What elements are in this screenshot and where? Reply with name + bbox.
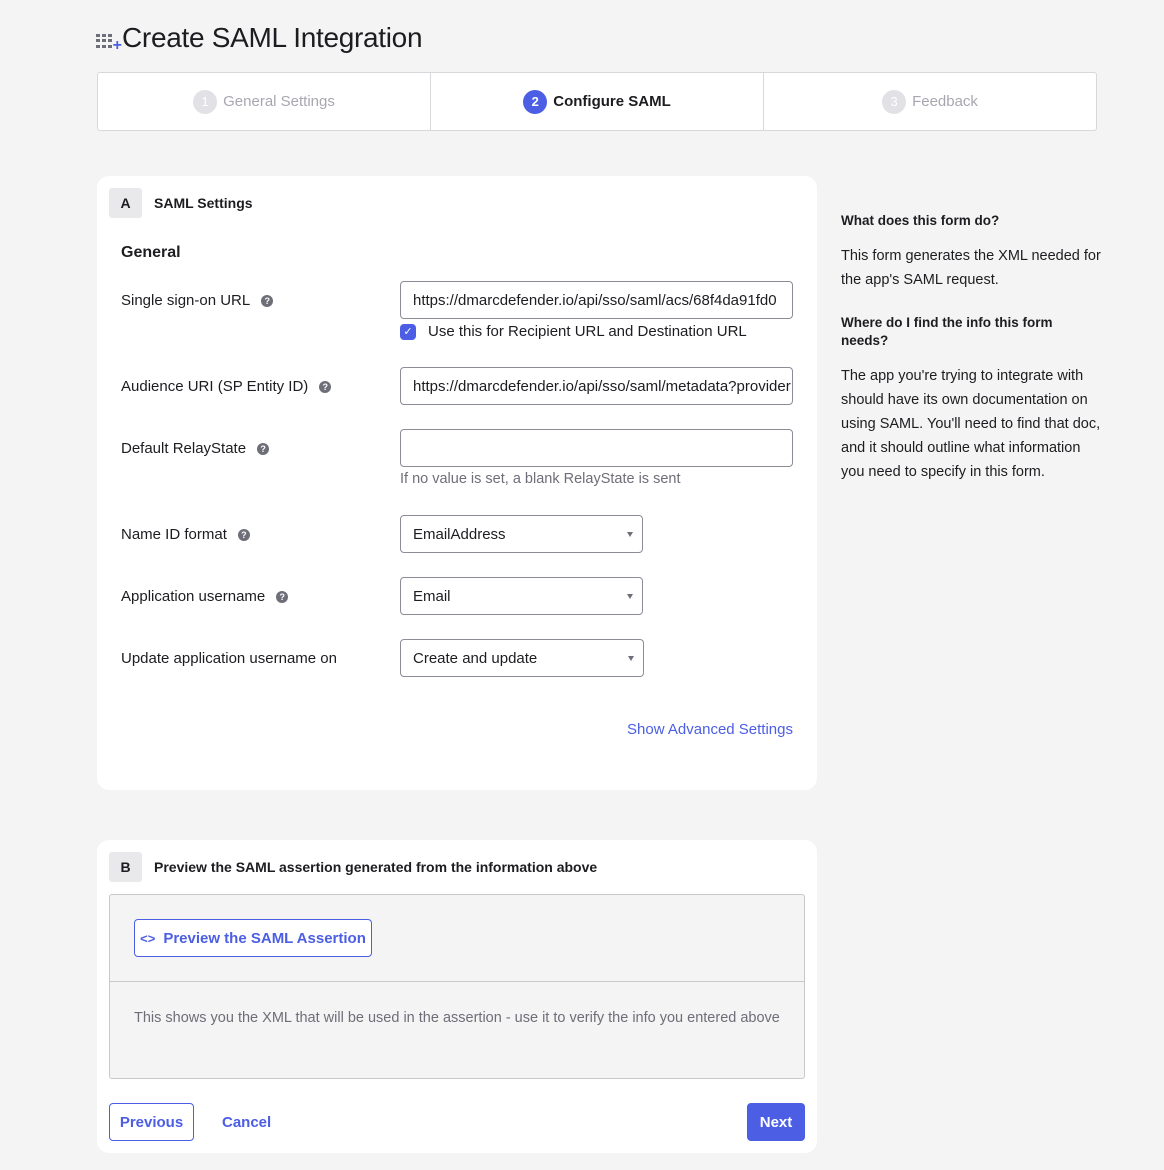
step-feedback[interactable]: 3 Feedback — [764, 73, 1096, 130]
chevron-down-icon — [628, 656, 634, 661]
preview-assertion-card: B Preview the SAML assertion generated f… — [97, 840, 817, 1153]
step-general-settings[interactable]: 1 General Settings — [98, 73, 431, 130]
section-title: SAML Settings — [154, 195, 253, 211]
step-number: 1 — [193, 89, 218, 114]
help-question-2: Where do I find the info this form needs… — [841, 315, 1053, 348]
preview-box: <> Preview the SAML Assertion This shows… — [109, 894, 805, 1079]
page-title: Create SAML Integration — [122, 22, 423, 53]
relay-state-hint: If no value is set, a blank RelayState i… — [400, 471, 681, 487]
relay-state-label: Default RelayState — [121, 440, 247, 457]
saml-settings-card: A SAML Settings General Single sign-on U… — [97, 176, 817, 790]
show-advanced-settings-link[interactable]: Show Advanced Settings — [627, 721, 793, 738]
preview-description: This shows you the XML that will be used… — [134, 1010, 780, 1026]
relay-state-row: Default RelayState ? If no value is set,… — [121, 429, 793, 487]
section-title: Preview the SAML assertion generated fro… — [154, 859, 598, 875]
cancel-button[interactable]: Cancel — [222, 1103, 271, 1141]
app-username-select[interactable]: Email — [400, 577, 643, 615]
app-username-row: Application username ? Email — [121, 577, 793, 615]
step-label: Configure SAML — [553, 93, 671, 110]
section-a-header: A SAML Settings — [97, 176, 817, 218]
help-question-1: What does this form do? — [841, 213, 1000, 228]
update-username-label: Update application username on — [121, 650, 337, 667]
app-grid-plus-icon: + — [96, 26, 122, 54]
app-username-label: Application username — [121, 588, 266, 605]
name-id-format-label: Name ID format — [121, 526, 227, 543]
step-label: Feedback — [912, 93, 978, 110]
section-b-header: B Preview the SAML assertion generated f… — [97, 840, 817, 882]
help-answer-1: This form generates the XML needed for t… — [841, 248, 1101, 288]
recipient-url-checkbox[interactable]: ✓ — [400, 323, 416, 340]
next-button[interactable]: Next — [747, 1103, 805, 1141]
section-letter: B — [109, 852, 142, 882]
section-letter: A — [109, 188, 142, 218]
help-icon[interactable]: ? — [319, 380, 332, 393]
step-label: General Settings — [223, 93, 335, 110]
audience-uri-row: Audience URI (SP Entity ID) ? https://dm… — [121, 367, 793, 405]
sso-url-row: Single sign-on URL ? https://dmarcdefend… — [121, 281, 793, 340]
step-number: 2 — [523, 89, 548, 114]
sso-url-label: Single sign-on URL — [121, 292, 251, 309]
help-aside: What does this form do? This form genera… — [841, 212, 1101, 506]
update-username-row: Update application username on Create an… — [121, 639, 793, 677]
page-header: + Create SAML Integration — [96, 22, 423, 54]
help-icon[interactable]: ? — [257, 442, 270, 455]
preview-saml-assertion-button[interactable]: <> Preview the SAML Assertion — [134, 919, 372, 957]
name-id-format-select[interactable]: EmailAddress — [400, 515, 643, 553]
wizard-stepper: 1 General Settings 2 Configure SAML 3 Fe… — [97, 72, 1097, 131]
help-icon[interactable]: ? — [237, 528, 250, 541]
help-icon[interactable]: ? — [276, 590, 289, 603]
name-id-format-row: Name ID format ? EmailAddress — [121, 515, 793, 553]
audience-uri-label: Audience URI (SP Entity ID) — [121, 378, 309, 395]
code-icon: <> — [140, 930, 156, 946]
checkbox-label: Use this for Recipient URL and Destinati… — [428, 323, 747, 340]
audience-uri-input[interactable]: https://dmarcdefender.io/api/sso/saml/me… — [400, 367, 793, 405]
previous-button[interactable]: Previous — [109, 1103, 194, 1141]
step-number: 3 — [882, 89, 907, 114]
help-answer-2: The app you're trying to integrate with … — [841, 368, 1101, 480]
chevron-down-icon — [627, 594, 633, 599]
sso-url-input[interactable]: https://dmarcdefender.io/api/sso/saml/ac… — [400, 281, 793, 319]
help-icon[interactable]: ? — [261, 294, 274, 307]
step-configure-saml[interactable]: 2 Configure SAML — [431, 73, 764, 130]
relay-state-input[interactable] — [400, 429, 793, 467]
group-title-general: General — [121, 244, 181, 261]
update-username-select[interactable]: Create and update — [400, 639, 644, 677]
chevron-down-icon — [627, 532, 633, 537]
